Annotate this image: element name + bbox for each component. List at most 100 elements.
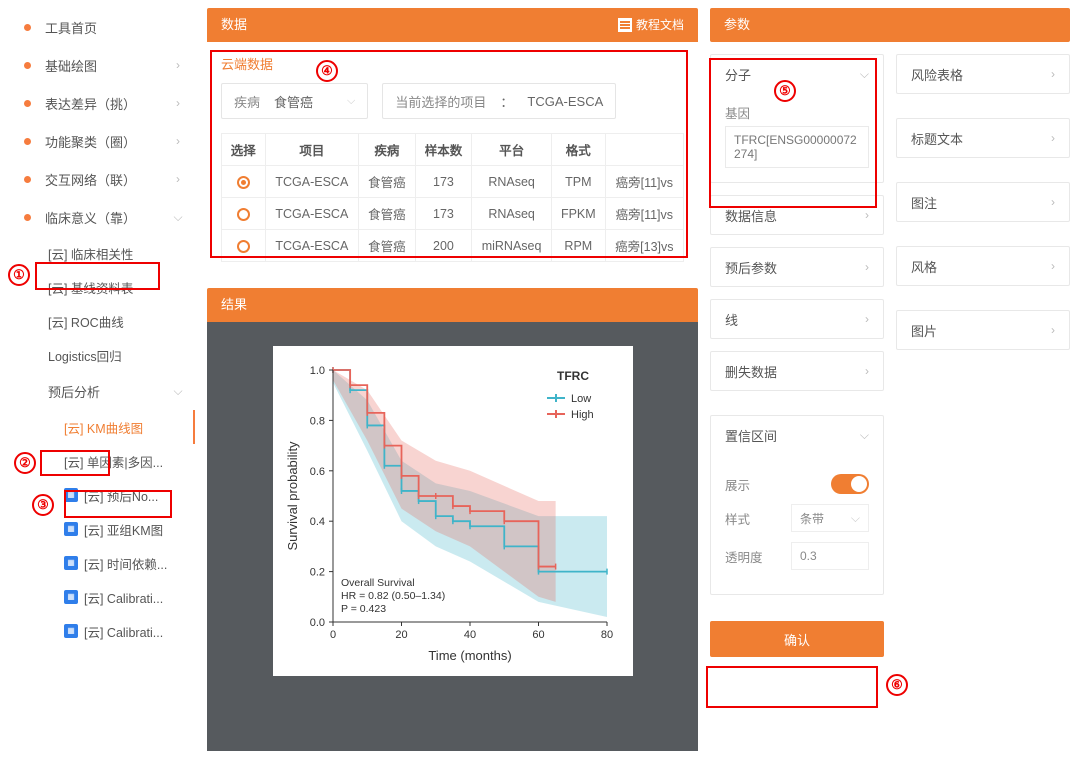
acc-right-1-head[interactable]: 标题文本 › <box>897 119 1069 157</box>
acc-right-3: 风格 › <box>896 246 1070 286</box>
chevron-right-icon: › <box>169 172 187 186</box>
confirm-button[interactable]: 确认 <box>710 621 884 657</box>
chevron-right-icon: › <box>865 208 869 222</box>
sidebar-prognosis-sub-4[interactable]: ▦ [云] 时间依赖... <box>0 546 195 580</box>
sidebar-clinical-sub-1[interactable]: [云] 基线资料表 <box>0 270 195 304</box>
acc-right-3-head[interactable]: 风格 › <box>897 247 1069 285</box>
sidebar-item-label: [云] 预后No... <box>84 486 195 505</box>
acc-right-4-head[interactable]: 图片 › <box>897 311 1069 349</box>
chevron-right-icon: › <box>1051 259 1055 273</box>
km-plot-svg: 0.00.20.40.60.81.0020406080Time (months)… <box>283 356 617 666</box>
cell-n: 173 <box>415 198 472 230</box>
table-row[interactable]: TCGA-ESCA 食管癌 173 RNAseq FPKM 癌旁[11]vs <box>222 198 684 230</box>
sidebar-prognosis-sub-5[interactable]: ▦ [云] Calibrati... <box>0 580 195 614</box>
row-radio[interactable] <box>237 176 250 189</box>
dot-icon <box>24 24 31 31</box>
col-head: 格式 <box>551 134 605 166</box>
gene-label: 基因 <box>725 103 869 122</box>
sidebar-item-2[interactable]: 功能聚类（圈） › <box>0 122 195 160</box>
cell-disease: 食管癌 <box>359 198 416 230</box>
sidebar-item-3[interactable]: 交互网络（联） › <box>0 160 195 198</box>
acc-left-3-head[interactable]: 删失数据 › <box>711 352 883 390</box>
acc-left-2: 线 › <box>710 299 884 339</box>
sidebar-prognosis[interactable]: 预后分析 ⌵ <box>0 372 195 410</box>
svg-text:TFRC: TFRC <box>557 369 589 383</box>
tutorial-doc-label: 教程文档 <box>636 8 684 42</box>
ci-alpha-input[interactable]: 0.3 <box>791 542 869 570</box>
acc-title: 图注 <box>911 193 937 212</box>
cell-extra: 癌旁[11]vs <box>605 198 683 230</box>
sidebar-home[interactable]: 工具首页 <box>0 8 195 46</box>
chevron-right-icon: › <box>865 364 869 378</box>
chevron-right-icon: › <box>1051 323 1055 337</box>
disease-select-label: 疾病 <box>234 92 260 111</box>
acc-title: 删失数据 <box>725 362 777 381</box>
cell-project: TCGA-ESCA <box>265 230 358 262</box>
project-label: 当前选择的项目 <box>395 92 486 111</box>
svg-text:0.8: 0.8 <box>309 415 324 427</box>
tutorial-doc-link[interactable]: 教程文档 <box>618 8 684 42</box>
document-icon <box>618 18 632 32</box>
sidebar-item-1[interactable]: 表达差异（挑） › <box>0 84 195 122</box>
dot-icon <box>24 100 31 107</box>
badge-icon: ▦ <box>64 624 78 638</box>
result-panel-head: 结果 <box>207 288 698 322</box>
ci-show-toggle[interactable] <box>831 474 869 494</box>
chevron-down-icon: ⌵ <box>347 95 355 108</box>
chevron-down-icon: ⌵ <box>169 384 187 399</box>
sidebar-clinical-label: 临床意义（靠） <box>45 208 169 227</box>
sidebar-home-label: 工具首页 <box>45 18 195 37</box>
disease-select[interactable]: 疾病 食管癌 ⌵ <box>221 83 368 119</box>
params-head: 参数 <box>710 8 1070 42</box>
col-head: 样本数 <box>415 134 472 166</box>
acc-title: 标题文本 <box>911 129 963 148</box>
acc-ci-title: 置信区间 <box>725 426 777 445</box>
ci-style-select[interactable]: 条带 ⌵ <box>791 504 869 532</box>
cell-platform: RNAseq <box>472 166 552 198</box>
sidebar-item-label: 表达差异（挑） <box>45 94 169 113</box>
sidebar-clinical-sub-3[interactable]: Logistics回归 <box>0 338 195 372</box>
col-head: 项目 <box>265 134 358 166</box>
sidebar-prognosis-sub-0[interactable]: [云] KM曲线图 <box>0 410 195 444</box>
sidebar-item-label: 功能聚类（圈） <box>45 132 169 151</box>
acc-left-1-head[interactable]: 预后参数 › <box>711 248 883 286</box>
sidebar-prognosis-sub-6[interactable]: ▦ [云] Calibrati... <box>0 614 195 648</box>
acc-title: 风格 <box>911 257 937 276</box>
ci-style-value: 条带 <box>800 510 824 527</box>
table-row[interactable]: TCGA-ESCA 食管癌 200 miRNAseq RPM 癌旁[13]vs <box>222 230 684 262</box>
sidebar-clinical[interactable]: 临床意义（靠） ⌵ <box>0 198 195 236</box>
cell-n: 173 <box>415 166 472 198</box>
project-value: TCGA-ESCA <box>527 94 603 109</box>
acc-left-0-head[interactable]: 数据信息 › <box>711 196 883 234</box>
badge-icon: ▦ <box>64 522 78 536</box>
chevron-right-icon: › <box>865 260 869 274</box>
sidebar-item-label: [云] 单因素|多因... <box>64 452 195 471</box>
acc-ci-head[interactable]: 置信区间 ⌵ <box>711 416 883 454</box>
sidebar-prognosis-sub-1[interactable]: [云] 单因素|多因... <box>0 444 195 478</box>
row-radio[interactable] <box>237 208 250 221</box>
row-radio[interactable] <box>237 240 250 253</box>
km-chart: 0.00.20.40.60.81.0020406080Time (months)… <box>273 346 633 676</box>
acc-right-2-head[interactable]: 图注 › <box>897 183 1069 221</box>
sidebar-item-0[interactable]: 基础绘图 › <box>0 46 195 84</box>
gene-input[interactable]: TFRC[ENSG00000072274] <box>725 126 869 168</box>
sidebar-clinical-sub-2[interactable]: [云] ROC曲线 <box>0 304 195 338</box>
cell-disease: 食管癌 <box>359 230 416 262</box>
cell-disease: 食管癌 <box>359 166 416 198</box>
sidebar-clinical-sub-0[interactable]: [云] 临床相关性 <box>0 236 195 270</box>
sidebar-prognosis-sub-2[interactable]: ▦ [云] 预后No... <box>0 478 195 512</box>
acc-molecule-head[interactable]: 分子 ⌵ <box>711 55 883 93</box>
acc-left-2-head[interactable]: 线 › <box>711 300 883 338</box>
acc-right-0-head[interactable]: 风险表格 › <box>897 55 1069 93</box>
table-row[interactable]: TCGA-ESCA 食管癌 173 RNAseq TPM 癌旁[11]vs <box>222 166 684 198</box>
sidebar-item-label: [云] Calibrati... <box>84 622 195 641</box>
col-head <box>605 134 683 166</box>
acc-ci: 置信区间 ⌵ 展示 样式 条带 ⌵ <box>710 415 884 595</box>
sidebar-prognosis-sub-3[interactable]: ▦ [云] 亚组KM图 <box>0 512 195 546</box>
sidebar-item-label: [云] 亚组KM图 <box>84 520 195 539</box>
chevron-right-icon: › <box>865 312 869 326</box>
svg-text:Survival probability: Survival probability <box>285 441 300 551</box>
sidebar-item-label: [云] 时间依赖... <box>84 554 195 573</box>
data-panel-head: 数据 教程文档 <box>207 8 698 42</box>
chevron-right-icon: › <box>1051 195 1055 209</box>
